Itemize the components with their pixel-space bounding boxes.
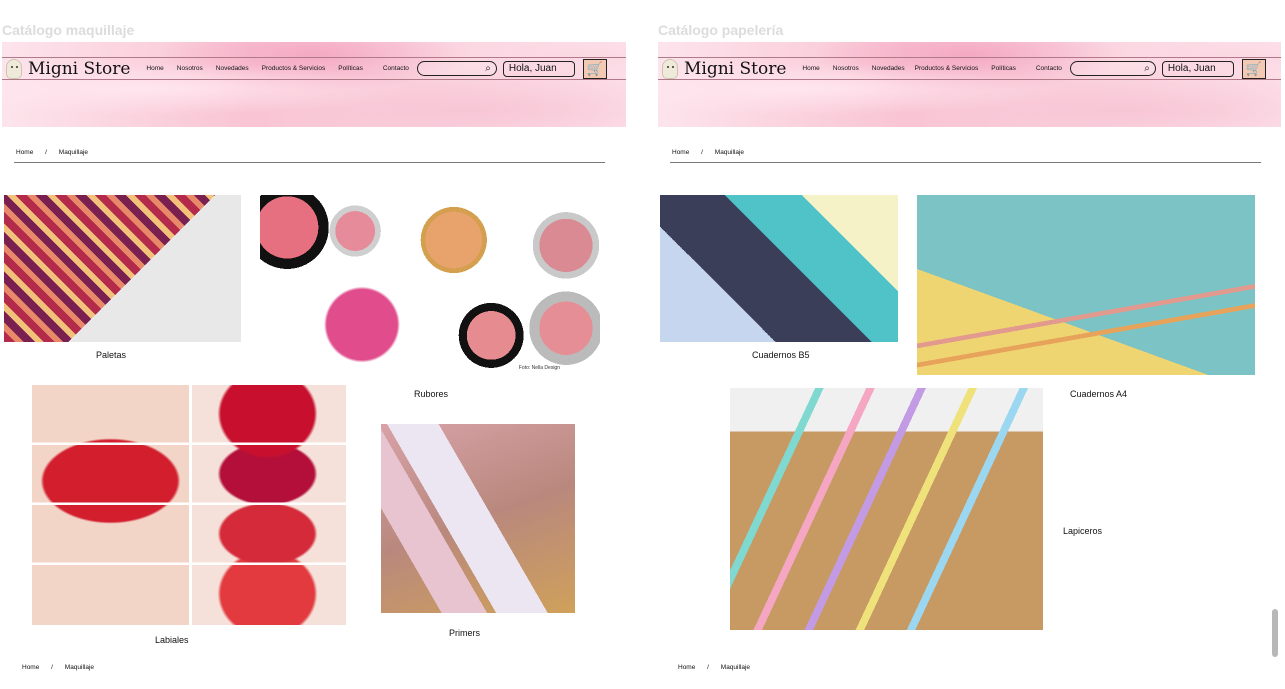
breadcrumb: Home / Maquillaje — [16, 149, 98, 156]
paletas-image[interactable] — [4, 195, 241, 342]
catalog-title: Catálogo maquillaje — [2, 22, 135, 38]
footer-breadcrumb: Home / Maquillaje — [22, 664, 104, 671]
footer-breadcrumb-home[interactable]: Home — [678, 664, 695, 671]
nav-nosotros[interactable]: Nosotros — [833, 65, 859, 72]
logo-mascot-icon[interactable] — [6, 58, 22, 79]
lapiceros-image[interactable] — [730, 388, 1043, 630]
labiales-image[interactable] — [32, 385, 346, 625]
rubores-label[interactable]: Rubores — [414, 389, 448, 399]
footer-breadcrumb-separator: / — [51, 664, 53, 671]
cart-icon: 🛒 — [586, 60, 603, 76]
breadcrumb-current[interactable]: Maquillaje — [59, 149, 88, 156]
brand-logo[interactable]: Migni Store — [684, 59, 786, 79]
nav-home[interactable]: Home — [146, 65, 163, 72]
footer-breadcrumb: Home / Maquillaje — [678, 664, 760, 671]
nav-contacto[interactable]: Contacto — [1036, 65, 1062, 72]
breadcrumb-separator: / — [701, 149, 703, 156]
primers-label[interactable]: Primers — [449, 628, 480, 638]
lapiceros-label[interactable]: Lapiceros — [1063, 526, 1102, 536]
search-input[interactable]: ⌕ — [416, 61, 497, 76]
vertical-scrollbar[interactable] — [1272, 609, 1278, 657]
primers-image[interactable] — [381, 424, 575, 613]
breadcrumb-home[interactable]: Home — [672, 149, 689, 156]
cart-icon: 🛒 — [1245, 60, 1262, 76]
nav-nosotros[interactable]: Nosotros — [177, 65, 203, 72]
cuadernos-b5-label[interactable]: Cuadernos B5 — [752, 350, 810, 360]
paletas-label[interactable]: Paletas — [96, 350, 126, 360]
photo-credit: Foto: Nella Design — [518, 365, 560, 371]
catalog-title: Catálogo papelería — [658, 22, 784, 38]
cuadernos-a4-label[interactable]: Cuadernos A4 — [1070, 389, 1127, 399]
cart-button[interactable]: 🛒 — [582, 58, 607, 79]
cart-button[interactable]: 🛒 — [1241, 58, 1266, 79]
header-banner: Migni Store Home Nosotros Novedades Prod… — [658, 42, 1281, 127]
nav-productos-servicios[interactable]: Productos & Servicios — [262, 65, 326, 72]
navbar: Migni Store Home Nosotros Novedades Prod… — [658, 57, 1281, 80]
user-greeting-button[interactable]: Hola, Juan — [1161, 60, 1234, 77]
header-banner: Migni Store Home Nosotros Novedades Prod… — [2, 42, 626, 127]
nav-productos-servicios[interactable]: Productos & Servicios — [915, 65, 979, 72]
stationery-catalog-panel: Catálogo papelería Migni Store Home Noso… — [656, 0, 1285, 689]
nav-home[interactable]: Home — [802, 65, 819, 72]
makeup-catalog-panel: Catálogo maquillaje Migni Store Home Nos… — [0, 0, 628, 689]
breadcrumb-divider — [14, 162, 605, 163]
nav-contacto[interactable]: Contacto — [383, 65, 409, 72]
brand-logo[interactable]: Migni Store — [28, 59, 130, 79]
cuadernos-a4-image[interactable] — [917, 195, 1255, 375]
nav-novedades[interactable]: Novedades — [216, 65, 249, 72]
navbar: Migni Store Home Nosotros Novedades Prod… — [2, 57, 626, 80]
logo-mascot-icon[interactable] — [662, 58, 678, 79]
cuadernos-b5-image[interactable] — [660, 195, 898, 342]
footer-breadcrumb-current[interactable]: Maquillaje — [721, 664, 750, 671]
breadcrumb-divider — [670, 162, 1261, 163]
breadcrumb: Home / Maquillaje — [672, 149, 754, 156]
nav-novedades[interactable]: Novedades — [872, 65, 905, 72]
breadcrumb-home[interactable]: Home — [16, 149, 33, 156]
search-icon[interactable]: ⌕ — [1144, 63, 1150, 74]
breadcrumb-current[interactable]: Maquillaje — [715, 149, 744, 156]
labiales-label[interactable]: Labiales — [155, 635, 189, 645]
user-greeting-button[interactable]: Hola, Juan — [502, 60, 575, 77]
footer-breadcrumb-home[interactable]: Home — [22, 664, 39, 671]
nav-politicas[interactable]: Políticas — [338, 65, 363, 72]
footer-breadcrumb-separator: / — [707, 664, 709, 671]
search-input[interactable]: ⌕ — [1069, 61, 1156, 76]
rubores-image[interactable]: Foto: Nella Design — [260, 195, 600, 375]
breadcrumb-separator: / — [45, 149, 47, 156]
nav-politicas[interactable]: Políticas — [991, 65, 1016, 72]
search-icon[interactable]: ⌕ — [485, 63, 491, 74]
footer-breadcrumb-current[interactable]: Maquillaje — [65, 664, 94, 671]
